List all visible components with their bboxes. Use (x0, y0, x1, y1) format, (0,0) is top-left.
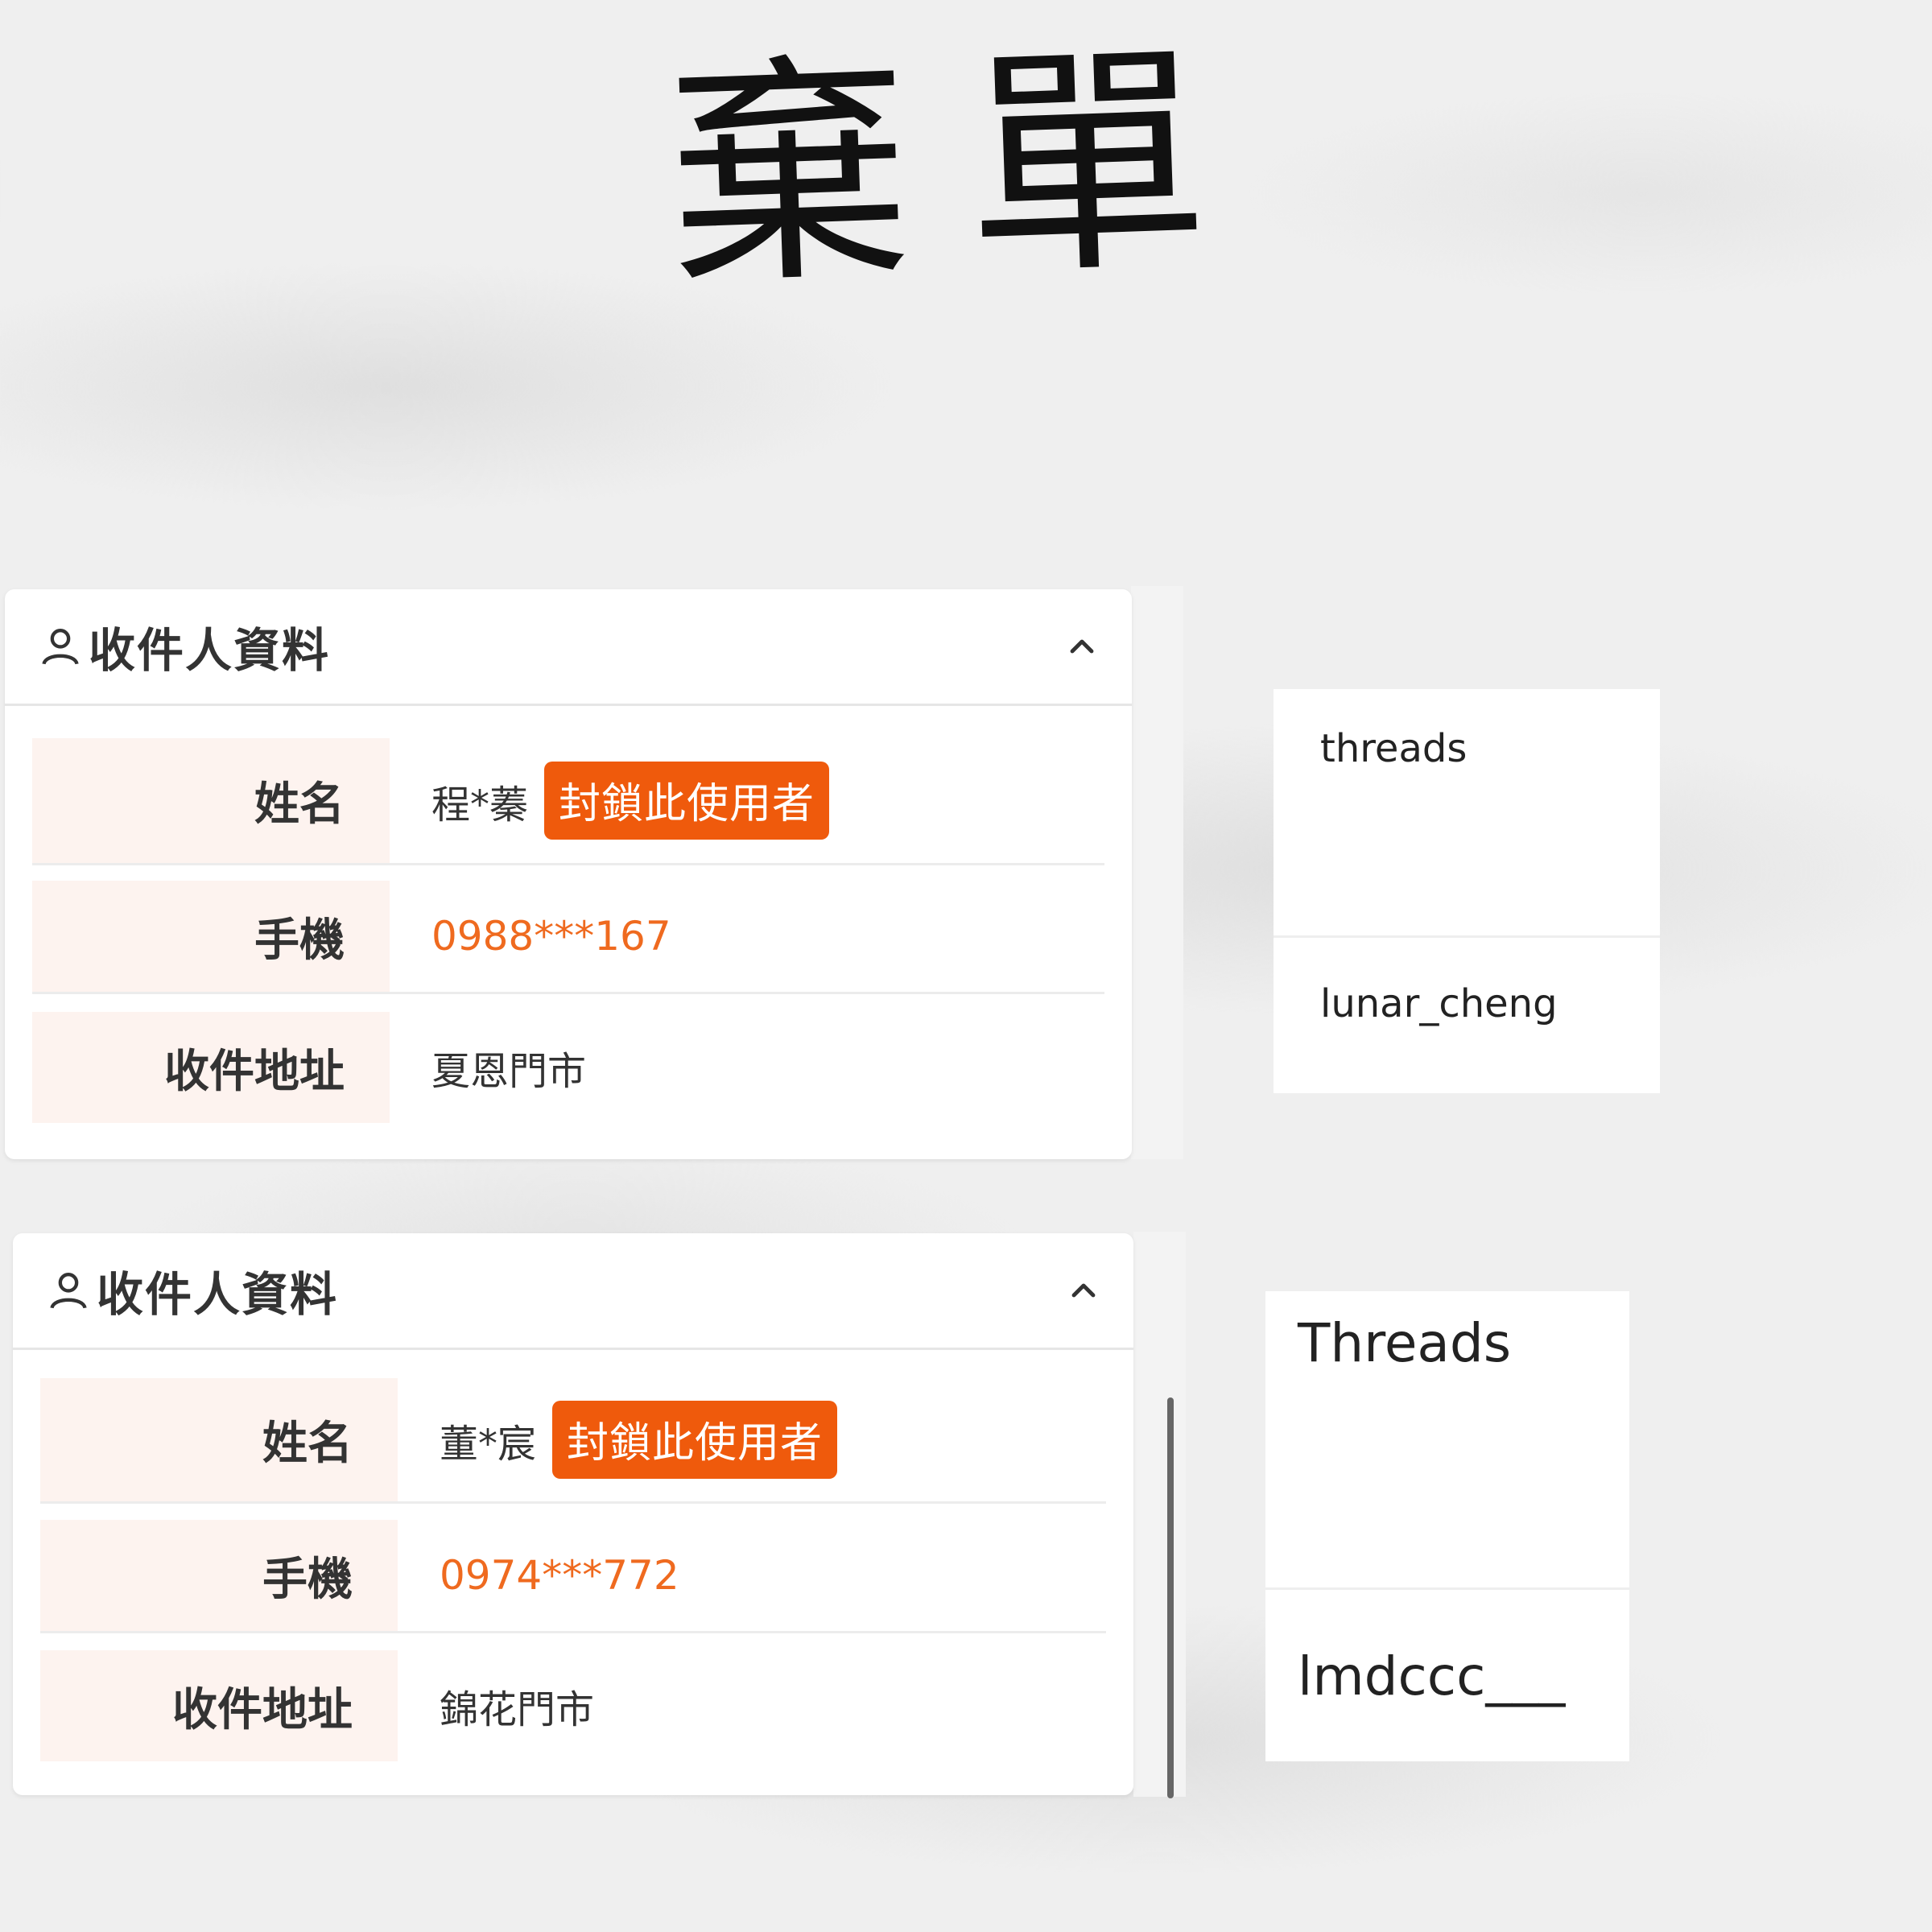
page-title: 棄單 (663, 18, 1269, 320)
card-side-strip (1133, 1232, 1186, 1797)
user-icon (50, 1273, 87, 1309)
recipient-card: 收件人資料 姓名 董*宸 封鎖此使用者 手機 0974***772 收件地址 錦… (13, 1233, 1133, 1795)
name-value-cell: 董*宸 封鎖此使用者 (398, 1378, 838, 1501)
name-value: 程*蓁 (431, 782, 529, 828)
phone-label: 手機 (40, 1520, 398, 1631)
address-value: 錦花門市 (440, 1687, 595, 1732)
user-icon (42, 629, 79, 665)
tag-platform: threads (1320, 726, 1468, 771)
chevron-up-icon[interactable] (1069, 1276, 1098, 1305)
address-label: 收件地址 (40, 1650, 398, 1761)
address-row: 收件地址 錦花門市 (40, 1650, 1106, 1761)
card-side-strip (1131, 586, 1183, 1159)
name-label: 姓名 (40, 1378, 398, 1501)
block-user-button[interactable]: 封鎖此使用者 (544, 762, 830, 840)
name-value: 董*宸 (440, 1421, 537, 1467)
recipient-card-header[interactable]: 收件人資料 (13, 1233, 1133, 1350)
name-label: 姓名 (32, 738, 390, 863)
recipient-card: 收件人資料 姓名 程*蓁 封鎖此使用者 手機 0988***167 收件地址 夏… (5, 589, 1132, 1159)
social-tag-card: threads lunar_cheng (1274, 689, 1660, 1093)
address-value: 夏恩門市 (431, 1049, 587, 1094)
tag-platform: Threads (1298, 1312, 1512, 1374)
phone-value[interactable]: 0974***772 (398, 1520, 679, 1631)
tag-username: lunar_cheng (1320, 981, 1558, 1026)
block-user-button[interactable]: 封鎖此使用者 (552, 1401, 838, 1479)
name-value-cell: 程*蓁 封鎖此使用者 (390, 738, 830, 863)
recipient-header-title: 收件人資料 (89, 623, 331, 678)
social-tag-card: Threads lmdccc___ (1265, 1291, 1629, 1761)
address-row: 收件地址 夏恩門市 (32, 1012, 1104, 1123)
phone-row: 手機 0988***167 (32, 881, 1104, 994)
phone-label: 手機 (32, 881, 390, 992)
phone-value[interactable]: 0988***167 (390, 881, 671, 992)
name-row: 姓名 董*宸 封鎖此使用者 (40, 1378, 1106, 1504)
name-row: 姓名 程*蓁 封鎖此使用者 (32, 738, 1104, 865)
chevron-up-icon[interactable] (1067, 632, 1096, 661)
recipient-header-title: 收件人資料 (97, 1267, 339, 1322)
recipient-card-header[interactable]: 收件人資料 (5, 589, 1132, 706)
scrollbar[interactable] (1167, 1397, 1174, 1798)
address-label: 收件地址 (32, 1012, 390, 1123)
phone-row: 手機 0974***772 (40, 1520, 1106, 1633)
tag-username: lmdccc___ (1298, 1645, 1566, 1707)
